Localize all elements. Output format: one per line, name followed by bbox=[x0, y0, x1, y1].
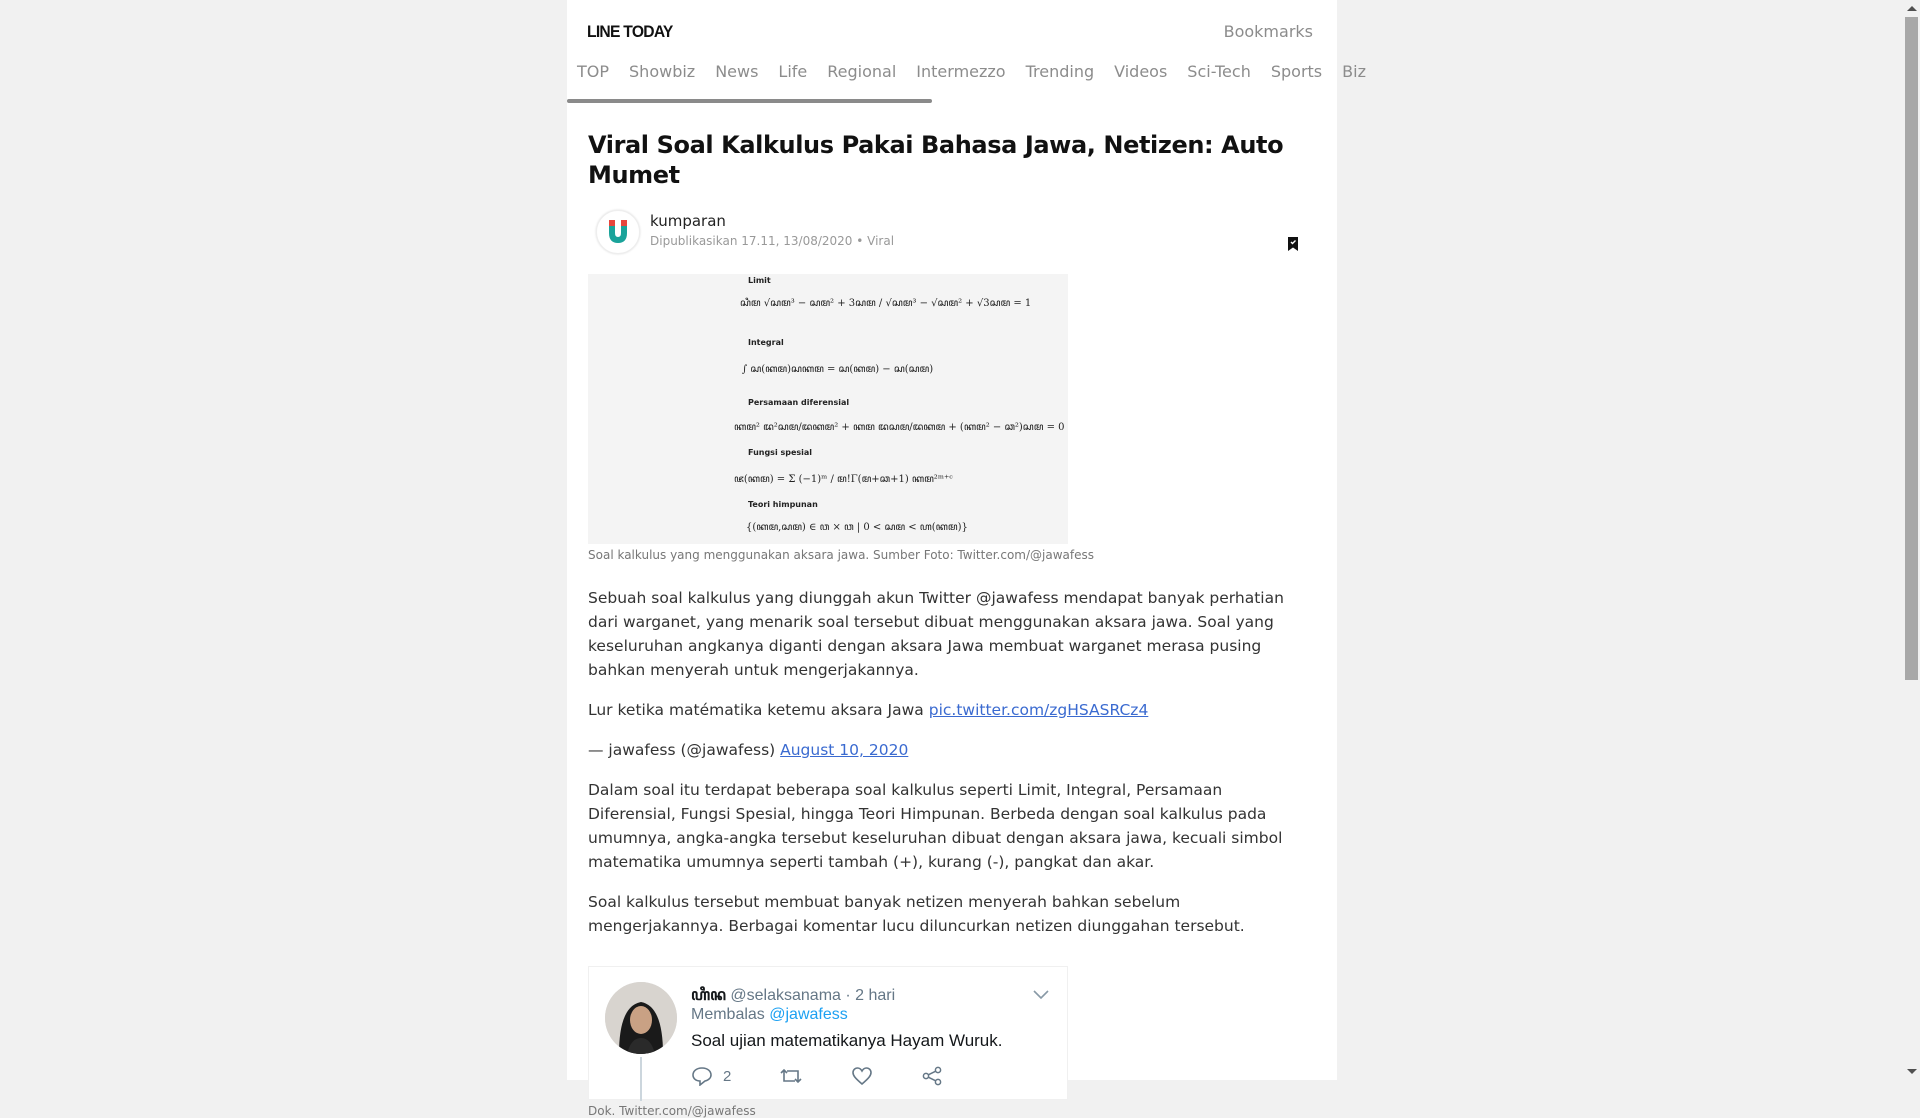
publisher-name[interactable]: kumparan bbox=[650, 212, 726, 230]
reply-prefix: Membalas bbox=[691, 1006, 770, 1023]
tab-sports[interactable]: Sports bbox=[1271, 62, 1322, 81]
tweet-avatar bbox=[605, 982, 677, 1054]
heart-icon bbox=[852, 1067, 873, 1086]
attribution-link[interactable]: August 10, 2020 bbox=[780, 741, 908, 759]
tweet-text: Soal ujian matematikanya Hayam Wuruk. bbox=[691, 1031, 1003, 1050]
bookmark-button[interactable] bbox=[1285, 236, 1301, 252]
logo[interactable]: LINE TODAY bbox=[587, 22, 673, 42]
tab-news[interactable]: News bbox=[715, 62, 758, 81]
limit-equation: ꦱꦶꦩ √ꦱꦩ³ − ꦱꦩ² + 3ꦱꦩ / √ꦱꦩ³ − √ꦱꦩ² + √3ꦱ… bbox=[740, 298, 1032, 309]
tab-sci-tech[interactable]: Sci-Tech bbox=[1187, 62, 1251, 81]
reply-count: 2 bbox=[723, 1067, 732, 1085]
tab-videos[interactable]: Videos bbox=[1114, 62, 1167, 81]
tweet-share-action bbox=[921, 1066, 943, 1086]
tweet-reply-to: Membalas @jawafess bbox=[691, 1006, 848, 1024]
himpunan-equation: {(ꦏꦩ,ꦱꦩ) ∈ ꦮ × ꦮ | 0 < ꦱꦩ < ꦲ(ꦏꦩ)} bbox=[746, 522, 968, 533]
paragraph-2: Dalam soal itu terdapat beberapa soal ka… bbox=[588, 781, 1283, 871]
tab-intermezzo[interactable]: Intermezzo bbox=[916, 62, 1005, 81]
integral-equation: ∫ ꦱ(ꦏꦩ)ꦱꦏꦩ = ꦱ(ꦏꦩ) − ꦱ(ꦱꦩ) bbox=[742, 364, 934, 375]
tweet-display-name: ꦲꦶꦤ bbox=[691, 987, 726, 1004]
tweet-handle: @selaksanama · 2 hari bbox=[730, 987, 896, 1004]
article-figure: Limit ꦱꦶꦩ √ꦱꦩ³ − ꦱꦩ² + 3ꦱꦩ / √ꦱꦩ³ − √ꦱꦩ²… bbox=[588, 274, 1313, 562]
byline: kumparan Dipublikasikan 17.11, 13/08/202… bbox=[588, 210, 1313, 274]
tweet-quote: Lur ketika matématika ketemu aksara Jawa… bbox=[588, 698, 1313, 722]
pd-equation: ꦏꦩ² ꦢ²ꦱꦩ/ꦢꦏꦩ² + ꦏꦩ ꦢꦱꦩ/ꦢꦏꦩ + (ꦏꦩ² − ꦕ²)ꦱ… bbox=[734, 422, 1065, 433]
scroll-down-icon[interactable] bbox=[1907, 1069, 1917, 1074]
tab-top[interactable]: TOP bbox=[577, 62, 609, 81]
reply-mention: @jawafess bbox=[769, 1006, 848, 1023]
header: LINE TODAY Bookmarks TOP Showbiz News Li… bbox=[567, 0, 1366, 104]
profile-photo-icon bbox=[605, 982, 677, 1054]
tab-biz[interactable]: Biz bbox=[1342, 62, 1366, 81]
tab-trending[interactable]: Trending bbox=[1026, 62, 1095, 81]
content-column: LINE TODAY Bookmarks TOP Showbiz News Li… bbox=[567, 0, 1366, 1118]
tab-showbiz[interactable]: Showbiz bbox=[629, 62, 695, 81]
attribution-text: — jawafess (@jawafess) bbox=[588, 741, 781, 759]
image-caption: Soal kalkulus yang menggunakan aksara ja… bbox=[588, 548, 1095, 562]
tweet-caption: Dok. Twitter.com/@jawafess bbox=[588, 1104, 756, 1118]
label-limit: Limit bbox=[748, 276, 771, 285]
category-tabs: TOP Showbiz News Life Regional Intermezz… bbox=[577, 62, 1386, 81]
tab-scroll-indicator[interactable] bbox=[567, 99, 932, 103]
quote-text: Lur ketika matématika ketemu aksara Jawa bbox=[588, 701, 929, 719]
tab-regional[interactable]: Regional bbox=[827, 62, 896, 81]
bookmark-icon bbox=[1288, 237, 1298, 251]
scroll-up-icon[interactable] bbox=[1907, 6, 1917, 11]
tweet-like-action bbox=[851, 1066, 873, 1086]
paragraph-3: Soal kalkulus tersebut membuat banyak ne… bbox=[588, 893, 1245, 935]
share-icon bbox=[922, 1066, 942, 1086]
scrollbar-thumb[interactable] bbox=[1905, 17, 1918, 680]
thread-line bbox=[640, 1057, 642, 1101]
bookmarks-link[interactable]: Bookmarks bbox=[1224, 22, 1313, 41]
tab-life[interactable]: Life bbox=[778, 62, 807, 81]
tweet-retweet-action bbox=[779, 1066, 803, 1086]
publisher-logo[interactable] bbox=[596, 210, 640, 254]
kumparan-logo-icon bbox=[609, 220, 627, 243]
article-title: Viral Soal Kalkulus Pakai Bahasa Jawa, N… bbox=[588, 131, 1284, 189]
quote-link[interactable]: pic.twitter.com/zgHSASRCz4 bbox=[929, 701, 1149, 719]
paragraph-1: Sebuah soal kalkulus yang diunggah akun … bbox=[588, 589, 1284, 679]
label-teori-himpunan: Teori himpunan bbox=[748, 500, 818, 509]
tweet-figure: ꦲꦶꦤ @selaksanama · 2 hari Membalas @jawa… bbox=[588, 966, 1313, 1118]
retweet-icon bbox=[780, 1068, 802, 1084]
tweet-actions: 2 bbox=[691, 1066, 991, 1086]
calculus-image[interactable]: Limit ꦱꦶꦩ √ꦱꦩ³ − ꦱꦩ² + 3ꦱꦩ / √ꦱꦩ³ − √ꦱꦩ²… bbox=[588, 274, 1068, 544]
page-scrollbar[interactable] bbox=[1903, 0, 1920, 1080]
label-integral: Integral bbox=[748, 338, 784, 347]
publish-meta: Dipublikasikan 17.11, 13/08/2020 • Viral bbox=[650, 234, 895, 248]
tweet-attribution: — jawafess (@jawafess) August 10, 2020 bbox=[588, 738, 1313, 762]
fungsi-equation: ꦗ(ꦏꦩ) = Σ (−1)ᵐ / ꦩ!Γ(ꦩ+ꦕ+1) ꦏꦩ²ᵐ⁺ᶜ bbox=[734, 474, 953, 485]
article: Viral Soal Kalkulus Pakai Bahasa Jawa, N… bbox=[588, 130, 1313, 1118]
tweet-reply-action: 2 bbox=[691, 1066, 731, 1086]
label-persamaan-diferensial: Persamaan diferensial bbox=[748, 398, 850, 407]
reply-icon bbox=[692, 1067, 712, 1086]
label-fungsi-spesial: Fungsi spesial bbox=[748, 448, 813, 457]
chevron-down-icon bbox=[1033, 985, 1049, 1004]
